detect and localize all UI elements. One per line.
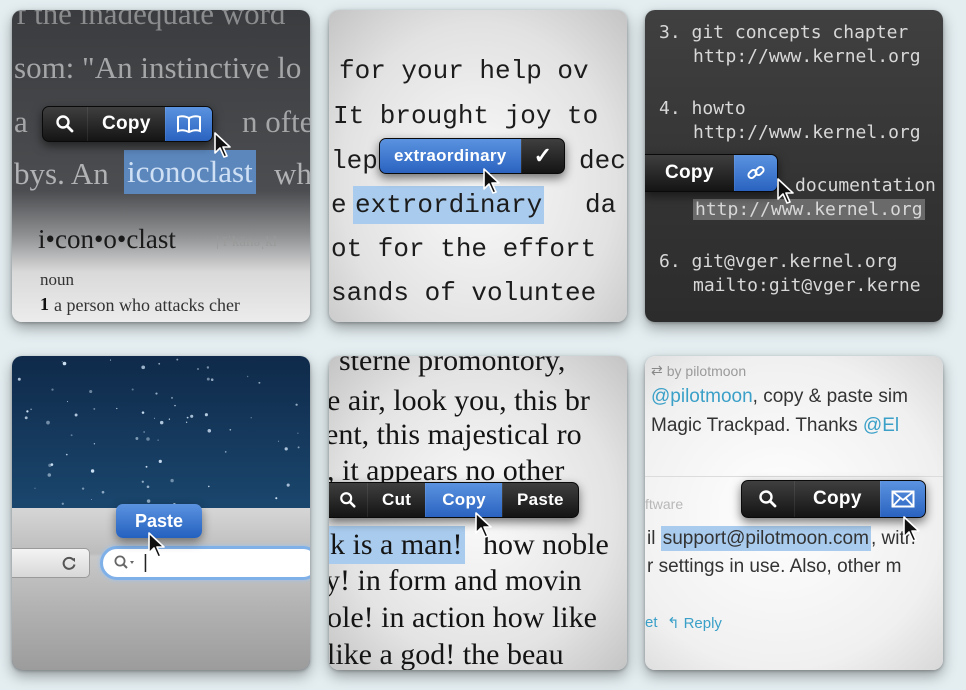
text-line: n ofte [242,104,310,139]
text-line: e air, look you, this br [329,384,590,417]
spell-suggestion-menu: extraordinary ✓ [379,138,566,174]
reply-label: Reply [683,614,722,632]
retweet-icon: ⇄ [651,362,663,378]
dictionary-headword: i•con•o•clast [38,224,176,254]
copy-button[interactable]: Copy [645,155,734,191]
tweet-line: Magic Trackpad. Thanks @El [651,415,899,437]
text-line: dec [579,146,626,176]
lookup-menu: Copy [42,106,213,142]
mouse-cursor-icon [148,532,165,558]
tile-dictionary-lookup: f the inadequate word som: "An instincti… [12,10,310,322]
open-link-icon[interactable] [733,155,777,191]
mention-link[interactable]: @El [863,415,899,436]
text-fragment: il [647,528,656,549]
retweet-line: ⇄ by pilotmoon [651,362,746,379]
text-line: wh [274,156,310,191]
text-line: ot for the effort [331,234,597,264]
dictionary-pronunciation: | īˈkänəˌkl [216,234,277,250]
mouse-cursor-icon [475,512,492,538]
reply-icon: ↰ [667,615,680,632]
text-line: bys. An [14,156,109,191]
copy-button[interactable]: Copy [794,481,880,517]
text-line: e [331,190,347,220]
text-line: ent, this majestical ro [329,418,582,451]
cut-button[interactable]: Cut [367,483,425,517]
text-line: sands of voluntee [331,278,597,308]
text-line: ole! in action how like [329,601,597,634]
search-input[interactable]: | [100,546,310,580]
mouse-cursor-icon [903,516,920,542]
text-line: like a god! the beau [329,638,564,670]
text-line: 4. howto [659,98,746,119]
text-line: mailto:git@vger.kerne [693,275,921,296]
search-icon[interactable] [329,483,367,517]
edit-menu: Cut Copy Paste [329,482,579,518]
mouse-cursor-icon [777,178,794,204]
mouse-cursor-icon [214,132,231,158]
text-line: r settings in use. Also, other m [647,556,902,577]
text-line: http://www.kernel.org [693,122,921,143]
text-line: y! in form and movin [329,564,582,597]
link-menu: Copy [645,154,778,192]
search-icon[interactable] [742,481,794,517]
text-line: som: "An instinctive lo [14,50,302,85]
text-line: documentation [795,175,936,196]
reload-icon [62,556,76,570]
paste-button[interactable]: Paste [501,483,578,517]
starfield-image [17,358,300,506]
reload-button[interactable] [12,548,90,578]
selected-word[interactable]: iconoclast [124,150,256,194]
text-line: da [585,190,617,220]
text-line: f the inadequate word [16,10,286,31]
tile-terminal-link: 3. git concepts chapter http://www.kerne… [645,10,943,322]
reply-link[interactable]: ↰ Reply [667,614,722,633]
mail-icon[interactable] [879,481,925,517]
search-icon[interactable] [43,107,87,141]
text-line: for your help ov [339,56,589,86]
copy-button[interactable]: Copy [87,107,165,141]
text-line: It brought joy to [333,101,599,131]
definition-number: 1 [40,294,49,314]
selected-text[interactable]: k is a man! [329,526,466,564]
text-line: a [14,104,28,139]
email-line: il support@pilotmoon.com, with [647,526,915,551]
dictionary-book-icon[interactable] [164,107,212,141]
email-menu: Copy [741,480,926,518]
tile-cut-copy-paste: sterne promontory, e air, look you, this… [329,356,627,670]
text-line: sterne promontory, [339,356,566,377]
divider [645,476,943,477]
text-line: 3. git concepts chapter [659,22,909,43]
tile-spell-correction: for your help ov It brought joy to leph … [329,10,627,322]
mention-link[interactable]: @pilotmoon [651,386,753,407]
tile-email-tweet: ⇄ by pilotmoon @pilotmoon, copy & paste … [645,356,943,670]
text-line: 6. git@vger.kernel.org [659,251,898,272]
retweet-by: by pilotmoon [666,362,747,379]
mouse-cursor-icon [483,168,500,194]
text-line: how noble [483,528,609,561]
tile-paste-search: | Paste [12,356,310,670]
selected-email[interactable]: support@pilotmoon.com [660,526,871,551]
part-of-speech: noun [40,270,74,289]
tweet-text: , copy & paste sim [752,386,908,407]
selected-url[interactable]: http://www.kernel.org [693,199,925,220]
tweet-text: Magic Trackpad. Thanks [651,415,858,436]
definition-text: a person who attacks cher [54,295,240,315]
misspelled-word[interactable]: extrordinary [353,186,545,224]
text-line: http://www.kernel.org [693,46,921,67]
accept-check-icon[interactable]: ✓ [520,139,565,173]
faded-label: ftware [645,496,684,512]
tweet-line: @pilotmoon, copy & paste sim [651,386,908,408]
search-icon [114,555,134,569]
footer-fragment: et [645,614,658,631]
